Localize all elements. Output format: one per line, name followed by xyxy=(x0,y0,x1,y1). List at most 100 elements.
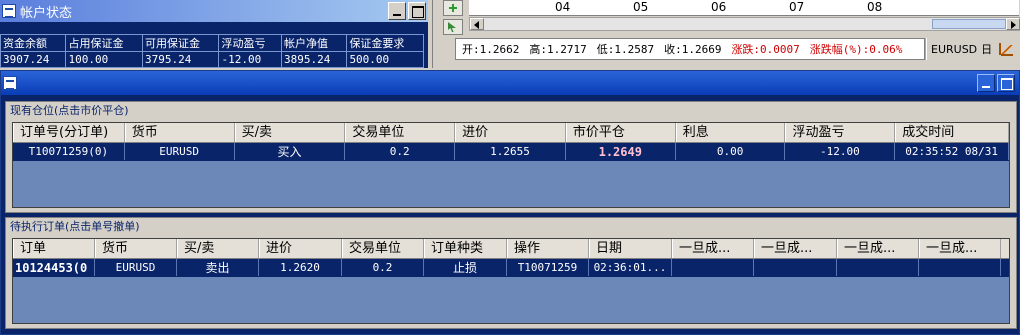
scroll-right-icon[interactable] xyxy=(1006,18,1020,30)
col-order[interactable]: 订单 xyxy=(13,239,95,258)
minimize-button[interactable] xyxy=(977,74,995,92)
value-free-margin: 3795.24 xyxy=(141,51,220,68)
col-entry-price[interactable]: 进价 xyxy=(455,123,566,142)
col-used-margin: 占用保证金 xyxy=(65,34,143,52)
account-status-panel: 帐户状态 资金余额 占用保证金 可用保证金 浮动盈亏 帐户净值 保证金要求 39… xyxy=(0,0,428,68)
axis-label: 04 xyxy=(555,0,571,14)
maximize-button[interactable] xyxy=(997,74,1015,92)
open-positions-header: 订单号(分订单) 货币 买/卖 交易单位 进价 市价平仓 利息 浮动盈亏 成交时… xyxy=(13,123,1010,143)
axis-label: 05 xyxy=(633,0,649,14)
positions-titlebar[interactable] xyxy=(1,71,1019,95)
cell-price: 1.2620 xyxy=(259,259,342,276)
open-positions-legend: 现有仓位(点击市价平仓) xyxy=(10,104,129,117)
change-pct-value: 涨跌幅(%):0.06% xyxy=(809,43,903,56)
pending-orders-legend: 待执行订单(点击单号撤单) xyxy=(10,220,140,233)
cell-currency: EURUSD xyxy=(125,143,235,160)
value-balance: 3907.24 xyxy=(0,51,67,68)
account-status-title: 帐户状态 xyxy=(20,5,73,21)
col-if-done-3[interactable]: 一旦成... xyxy=(837,239,919,258)
table-row[interactable]: T10071259(0) EURUSD 买入 0.2 1.2655 1.2649… xyxy=(13,143,1010,161)
close-value: 收:1.2669 xyxy=(664,43,722,56)
col-currency[interactable]: 货币 xyxy=(95,239,177,258)
col-lots[interactable]: 交易单位 xyxy=(342,239,424,258)
cell-currency: EURUSD xyxy=(95,259,177,276)
account-status-table: 资金余额 占用保证金 可用保证金 浮动盈亏 帐户净值 保证金要求 3907.24… xyxy=(0,34,424,68)
change-value: 涨跌:0.0007 xyxy=(731,43,800,56)
value-margin-requirement: 500.00 xyxy=(346,51,424,68)
ohlc-readout: 开:1.2662 高:1.2717 低:1.2587 收:1.2669 涨跌:0… xyxy=(455,38,925,60)
cell-if-done-3 xyxy=(837,259,919,276)
col-if-done-2[interactable]: 一旦成... xyxy=(754,239,837,258)
cell-buy-sell: 买入 xyxy=(235,143,346,160)
cell-operation: T10071259 xyxy=(507,259,589,276)
col-operation[interactable]: 操作 xyxy=(507,239,589,258)
pending-orders-grid: 订单 货币 买/卖 进价 交易单位 订单种类 操作 日期 一旦成... 一旦成.… xyxy=(12,238,1010,324)
low-value: 低:1.2587 xyxy=(596,43,655,56)
pending-orders-header: 订单 货币 买/卖 进价 交易单位 订单种类 操作 日期 一旦成... 一旦成.… xyxy=(13,239,1009,259)
cell-buy-sell: 卖出 xyxy=(177,259,259,276)
cell-order-id[interactable]: 10124453(0 xyxy=(13,259,95,276)
col-trade-time[interactable]: 成交时间 xyxy=(895,123,1010,142)
open-positions-grid: 订单号(分订单) 货币 买/卖 交易单位 进价 市价平仓 利息 浮动盈亏 成交时… xyxy=(12,122,1010,208)
line-chart-icon[interactable] xyxy=(998,42,1014,56)
axis-label: 07 xyxy=(789,0,805,14)
table-row[interactable]: 10124453(0 EURUSD 卖出 1.2620 0.2 止损 T1007… xyxy=(13,259,1009,277)
col-floating-pnl: 浮动盈亏 xyxy=(218,34,282,52)
value-equity: 3895.24 xyxy=(280,51,348,68)
chart-window: 04 05 06 07 08 开:1.2662 高:1.2717 低:1.258… xyxy=(432,0,1020,68)
period-label: 日 xyxy=(981,43,993,56)
cell-if-done-1 xyxy=(672,259,754,276)
open-positions-section: 现有仓位(点击市价平仓) 订单号(分订单) 货币 买/卖 交易单位 进价 市价平… xyxy=(5,101,1017,213)
cell-market-close[interactable]: 1.2649 xyxy=(566,143,676,160)
cell-date: 02:36:01... xyxy=(589,259,672,276)
col-balance: 资金余额 xyxy=(0,34,67,52)
scroll-thumb[interactable] xyxy=(932,19,1006,29)
col-currency[interactable]: 货币 xyxy=(124,123,235,142)
cursor-tool-icon[interactable] xyxy=(443,19,463,35)
col-if-done-1[interactable]: 一旦成... xyxy=(672,239,754,258)
symbol-label: EURUSD xyxy=(931,42,978,56)
col-date[interactable]: 日期 xyxy=(589,239,672,258)
col-lots[interactable]: 交易单位 xyxy=(345,123,456,142)
col-equity: 帐户净值 xyxy=(280,34,348,52)
col-market-close[interactable]: 市价平仓 xyxy=(565,123,676,142)
col-floating-pnl[interactable]: 浮动盈亏 xyxy=(785,123,896,142)
app-icon xyxy=(3,76,17,90)
symbol-selector[interactable]: EURUSD 日 xyxy=(925,38,1020,60)
col-buy-sell[interactable]: 买/卖 xyxy=(177,239,259,258)
scroll-left-icon[interactable] xyxy=(470,18,484,30)
chart-time-axis: 04 05 06 07 08 xyxy=(469,0,1019,16)
pending-orders-section: 待执行订单(点击单号撤单) 订单 货币 买/卖 进价 交易单位 订单种类 操作 … xyxy=(5,217,1017,329)
axis-label: 08 xyxy=(867,0,883,14)
col-if-done-4[interactable]: 一旦成... xyxy=(919,239,1001,258)
col-order-type[interactable]: 订单种类 xyxy=(424,239,507,258)
col-price[interactable]: 进价 xyxy=(259,239,342,258)
positions-window: 现有仓位(点击市价平仓) 订单号(分订单) 货币 买/卖 交易单位 进价 市价平… xyxy=(0,70,1020,335)
minimize-button[interactable] xyxy=(388,2,406,20)
open-value: 开:1.2662 xyxy=(462,43,520,56)
cell-lots: 0.2 xyxy=(345,143,456,160)
col-interest[interactable]: 利息 xyxy=(675,123,786,142)
col-margin-requirement: 保证金要求 xyxy=(346,34,424,52)
value-floating-pnl: -12.00 xyxy=(218,51,282,68)
cell-trade-time: 02:35:52 08/31 xyxy=(895,143,1010,160)
chart-scrollbar[interactable] xyxy=(469,17,1020,31)
axis-label: 06 xyxy=(711,0,727,14)
zoom-in-icon[interactable] xyxy=(443,0,463,16)
cell-interest: 0.00 xyxy=(676,143,786,160)
cell-order-type: 止损 xyxy=(424,259,507,276)
cell-lots: 0.2 xyxy=(342,259,424,276)
high-value: 高:1.2717 xyxy=(529,43,587,56)
col-order-id[interactable]: 订单号(分订单) xyxy=(13,123,125,142)
cell-if-done-4 xyxy=(919,259,1001,276)
cell-if-done-2 xyxy=(754,259,837,276)
cell-entry-price: 1.2655 xyxy=(455,143,566,160)
cell-floating-pnl: -12.00 xyxy=(785,143,896,160)
account-status-titlebar[interactable]: 帐户状态 xyxy=(0,0,428,22)
col-buy-sell[interactable]: 买/卖 xyxy=(234,123,346,142)
app-icon xyxy=(2,4,16,18)
maximize-button[interactable] xyxy=(408,2,426,20)
col-free-margin: 可用保证金 xyxy=(141,34,220,52)
cell-order-id[interactable]: T10071259(0) xyxy=(13,143,125,160)
value-used-margin: 100.00 xyxy=(65,51,143,68)
